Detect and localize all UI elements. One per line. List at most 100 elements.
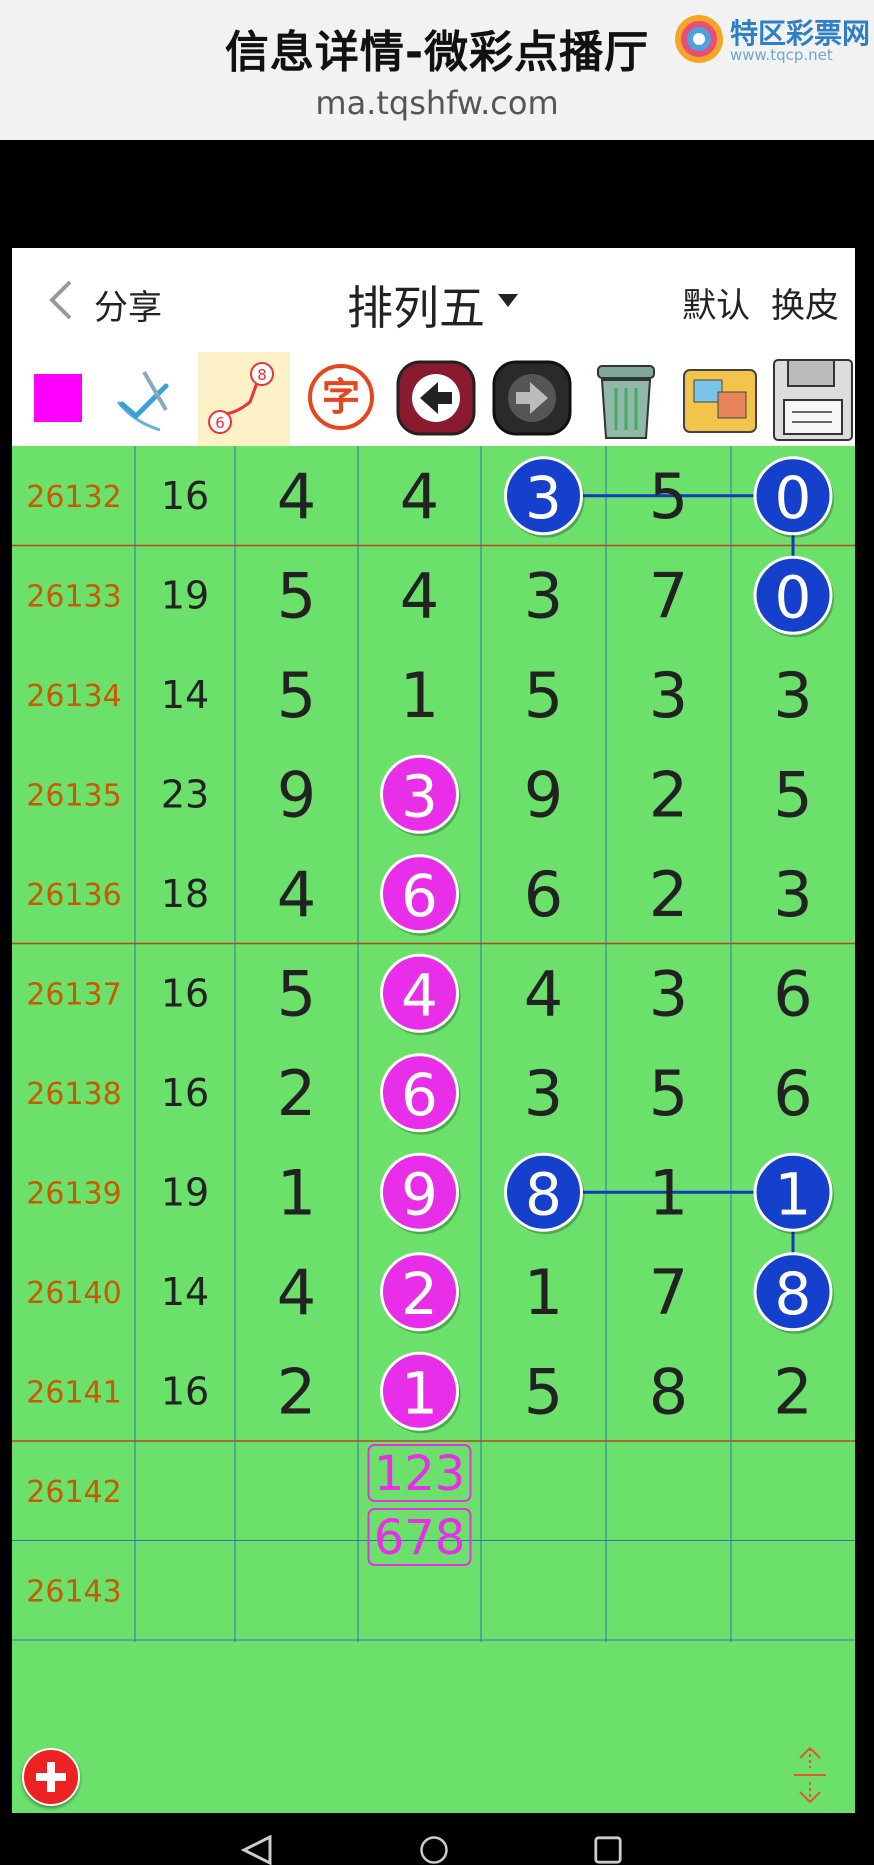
bottom-bar: [12, 1642, 855, 1813]
prediction-numbers: 123: [374, 1446, 466, 1502]
issue-number: 26137: [26, 977, 121, 1012]
nav-right-actions: 默认 换皮: [672, 278, 839, 327]
digit-cell: 5: [649, 1057, 688, 1130]
digit-sum: 19: [161, 573, 209, 617]
digit-cell: 5: [649, 460, 688, 533]
digit-cell: 3: [773, 659, 812, 732]
gallery-icon[interactable]: [674, 352, 766, 446]
issue-number: 26134: [26, 679, 121, 714]
character-icon[interactable]: 字: [294, 352, 386, 446]
issue-number: 26138: [26, 1077, 121, 1112]
dropdown-caret-icon[interactable]: [498, 294, 518, 307]
game-title-dropdown[interactable]: 排列五: [347, 272, 485, 338]
digit-cell: 9: [401, 1160, 438, 1228]
digit-cell: 9: [277, 758, 316, 831]
digit-sum: 23: [161, 772, 209, 816]
digit-cell: 3: [401, 762, 438, 830]
forward-arrow-drawing: [492, 360, 572, 436]
digit-sum: 14: [161, 673, 209, 717]
save-icon[interactable]: [766, 352, 858, 446]
digit-cell: 9: [524, 758, 563, 831]
trash-icon[interactable]: [580, 352, 672, 446]
digit-sum: 16: [161, 1071, 209, 1115]
prediction-numbers: 678: [374, 1510, 466, 1566]
home-circle-icon[interactable]: [416, 1835, 452, 1865]
toolbar: 8 6 字: [12, 352, 855, 446]
digit-cell: 1: [401, 1359, 438, 1427]
skin-button[interactable]: 换皮: [771, 286, 839, 326]
digit-cell: 5: [773, 758, 812, 831]
digit-cell: 4: [400, 559, 439, 632]
digit-cell: 0: [775, 464, 812, 532]
app-window: 分享 排列五 默认 换皮 8 6 字 26132 16 4 4 3 5 0 26…: [12, 248, 855, 1813]
save-drawing: [773, 359, 853, 441]
digit-cell: 5: [524, 659, 563, 732]
trash-drawing: [597, 365, 655, 439]
digit-cell: 3: [649, 957, 688, 1030]
swirl-logo-icon: [675, 15, 723, 63]
chart-icon-number-6: 6: [215, 414, 225, 432]
digit-cell: 8: [775, 1260, 812, 1328]
digit-cell: 2: [277, 1057, 316, 1130]
digit-sum: 19: [161, 1170, 209, 1214]
digit-cell: 4: [277, 858, 316, 931]
brand-logo: 特区彩票网 www.tqcp.net: [672, 10, 872, 70]
digit-cell: 6: [773, 1057, 812, 1130]
back-triangle-icon[interactable]: [240, 1835, 274, 1865]
issue-number: 26139: [26, 1176, 121, 1211]
digit-cell: 7: [649, 559, 688, 632]
digit-cell: 2: [277, 1355, 316, 1428]
forward-arrow-icon[interactable]: [486, 352, 578, 446]
resize-icon[interactable]: [790, 1744, 830, 1806]
digit-cell: 5: [277, 957, 316, 1030]
trend-grid-canvas: 26132 16 4 4 3 5 026133 19 5 4 3 7 026134 14 5 1 5 3 32613…: [12, 446, 855, 1642]
pen-icon[interactable]: [104, 352, 196, 446]
digit-cell: 6: [401, 862, 438, 930]
android-nav-bar: [0, 1813, 874, 1865]
digit-sum: 16: [161, 1369, 209, 1413]
back-arrow-icon[interactable]: [390, 352, 482, 446]
digit-cell: 3: [525, 464, 562, 532]
digit-sum: 16: [161, 474, 209, 518]
page-url: ma.tqshfw.com: [315, 84, 559, 122]
digit-cell: 8: [525, 1160, 562, 1228]
chart-line-icon[interactable]: 8 6: [198, 352, 290, 446]
brand-url: www.tqcp.net: [730, 46, 833, 64]
default-button[interactable]: 默认: [682, 286, 750, 326]
digit-cell: 5: [277, 559, 316, 632]
color-square-icon[interactable]: [12, 352, 104, 446]
digit-cell: 3: [649, 659, 688, 732]
digit-cell: 6: [773, 957, 812, 1030]
digit-cell: 8: [649, 1355, 688, 1428]
lottery-trend-grid: 26132 16 4 4 3 5 0 26133 19 5 4 3 7 0 26134 14 5 1 5 3 3 2613…: [12, 446, 855, 1642]
digit-cell: 7: [649, 1256, 688, 1329]
magenta-swatch: [34, 374, 82, 422]
digit-sum: 14: [161, 1270, 209, 1314]
issue-number: 26143: [26, 1574, 121, 1609]
digit-cell: 6: [401, 1061, 438, 1129]
digit-cell: 4: [401, 961, 438, 1029]
digit-cell: 4: [524, 957, 563, 1030]
digit-cell: 4: [277, 460, 316, 533]
digit-sum: 16: [161, 971, 209, 1015]
digit-cell: 4: [400, 460, 439, 533]
issue-number: 26140: [26, 1276, 121, 1311]
digit-cell: 2: [649, 858, 688, 931]
digit-cell: 3: [524, 559, 563, 632]
issue-number: 26141: [26, 1375, 121, 1410]
chart-icon-number-8: 8: [257, 366, 267, 384]
digit-sum: 18: [161, 872, 209, 916]
recents-square-icon[interactable]: [592, 1835, 624, 1865]
back-chevron-icon[interactable]: [42, 278, 82, 322]
digit-cell: 6: [524, 858, 563, 931]
issue-number: 26142: [26, 1475, 121, 1510]
digit-cell: 0: [775, 563, 812, 631]
add-icon[interactable]: [22, 1748, 80, 1806]
navbar: 分享 排列五 默认 换皮: [12, 248, 855, 352]
share-button[interactable]: 分享: [94, 280, 162, 329]
browser-header: 信息详情-微彩点播厅 ma.tqshfw.com 特区彩票网 www.tqcp.…: [0, 0, 874, 140]
digit-cell: 1: [277, 1156, 316, 1229]
digit-cell: 1: [649, 1156, 688, 1229]
digit-cell: 3: [773, 858, 812, 931]
pen-drawing: [116, 370, 169, 432]
